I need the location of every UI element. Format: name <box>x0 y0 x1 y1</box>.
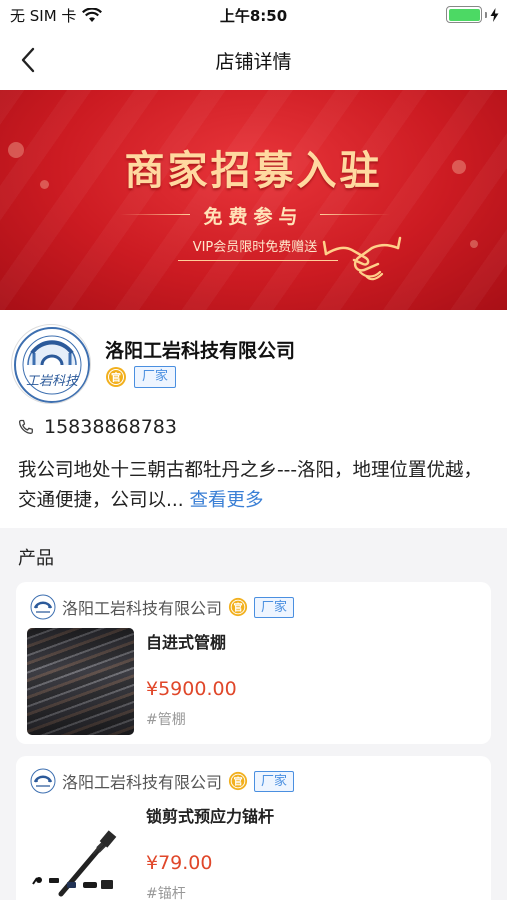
official-badge-text: 官 <box>233 602 242 614</box>
shop-logo-mini-icon <box>30 768 56 794</box>
factory-tag: 厂家 <box>254 596 295 618</box>
charging-bolt-icon <box>490 7 499 22</box>
official-badge-text: 官 <box>111 371 121 384</box>
battery-level <box>448 8 480 21</box>
product-image[interactable] <box>27 628 134 735</box>
shop-logo[interactable]: 工岩科技 <box>11 324 91 404</box>
product-image[interactable] <box>27 802 134 900</box>
banner-headline: 商家招募入驻 <box>124 147 383 194</box>
shop-name: 洛阳工岩科技有限公司 <box>105 340 296 362</box>
shop-logo-text: 工岩科技 <box>26 374 80 389</box>
battery-icon <box>446 6 482 23</box>
banner-underline <box>178 260 338 261</box>
product-price: ¥5900.00 <box>146 678 237 700</box>
status-bar: 无 SIM 卡 上午8:50 <box>0 0 507 30</box>
official-badge-icon: 官 <box>106 367 126 387</box>
view-more-link[interactable]: 查看更多 <box>190 490 264 511</box>
product-card[interactable]: 洛阳工岩科技有限公司 官 厂家 自进式管棚 ¥5900.00 #管棚 <box>16 582 491 744</box>
product-card[interactable]: 洛阳工岩科技有限公司 官 厂家 锁剪式预应力锚杆 ¥79.00 #锚杆 <box>16 756 491 900</box>
nav-bar: 店铺详情 <box>0 30 507 90</box>
phone-icon <box>18 419 33 434</box>
bokeh-dot <box>470 240 478 248</box>
banner-rays <box>0 90 507 310</box>
product-card-header: 洛阳工岩科技有限公司 官 厂家 <box>30 594 295 620</box>
product-shop-logo <box>30 594 56 620</box>
product-name: 自进式管棚 <box>146 633 227 652</box>
factory-tag: 厂家 <box>254 770 295 792</box>
factory-tag: 厂家 <box>134 366 177 388</box>
promo-banner[interactable]: 商家招募入驻 免费参与 VIP会员限时免费赠送 <box>0 90 507 310</box>
pipes-photo-shading <box>27 628 134 735</box>
shop-logo-mini-icon <box>30 594 56 620</box>
product-card-header: 洛阳工岩科技有限公司 官 厂家 <box>30 768 295 794</box>
status-time: 上午8:50 <box>219 7 288 25</box>
product-category: #锚杆 <box>146 886 186 900</box>
product-price: ¥79.00 <box>146 852 213 874</box>
product-shop-name: 洛阳工岩科技有限公司 <box>62 773 223 792</box>
shop-info-card: 工岩科技 洛阳工岩科技有限公司 官 厂家 15838868783 我公司地处十三… <box>0 310 507 528</box>
battery-nub <box>485 11 487 18</box>
banner-tagline: VIP会员限时免费赠送 <box>192 240 318 255</box>
product-shop-logo <box>30 768 56 794</box>
banner-divider-right <box>320 214 390 215</box>
shop-description: 我公司地处十三朝古都牡丹之乡---洛阳，地理位置优越，交通便捷，公司以... 查… <box>18 456 493 516</box>
phone-number: 15838868783 <box>44 416 177 438</box>
product-category: #管棚 <box>146 712 186 728</box>
official-badge-icon: 官 <box>228 771 248 791</box>
products-section-title: 产品 <box>18 548 54 569</box>
phone-row[interactable]: 15838868783 <box>18 416 177 438</box>
product-name: 锁剪式预应力锚杆 <box>146 807 275 826</box>
official-badge-text: 官 <box>233 776 242 788</box>
product-shop-name: 洛阳工岩科技有限公司 <box>62 599 223 618</box>
page-title: 店铺详情 <box>215 51 292 73</box>
banner-subtitle: 免费参与 <box>203 206 304 228</box>
anchor-bolt-photo <box>32 830 117 897</box>
shop-logo-emblem: 工岩科技 <box>14 327 90 403</box>
status-right <box>446 6 499 23</box>
handshake-icon <box>322 236 402 281</box>
official-badge-icon: 官 <box>228 597 248 617</box>
